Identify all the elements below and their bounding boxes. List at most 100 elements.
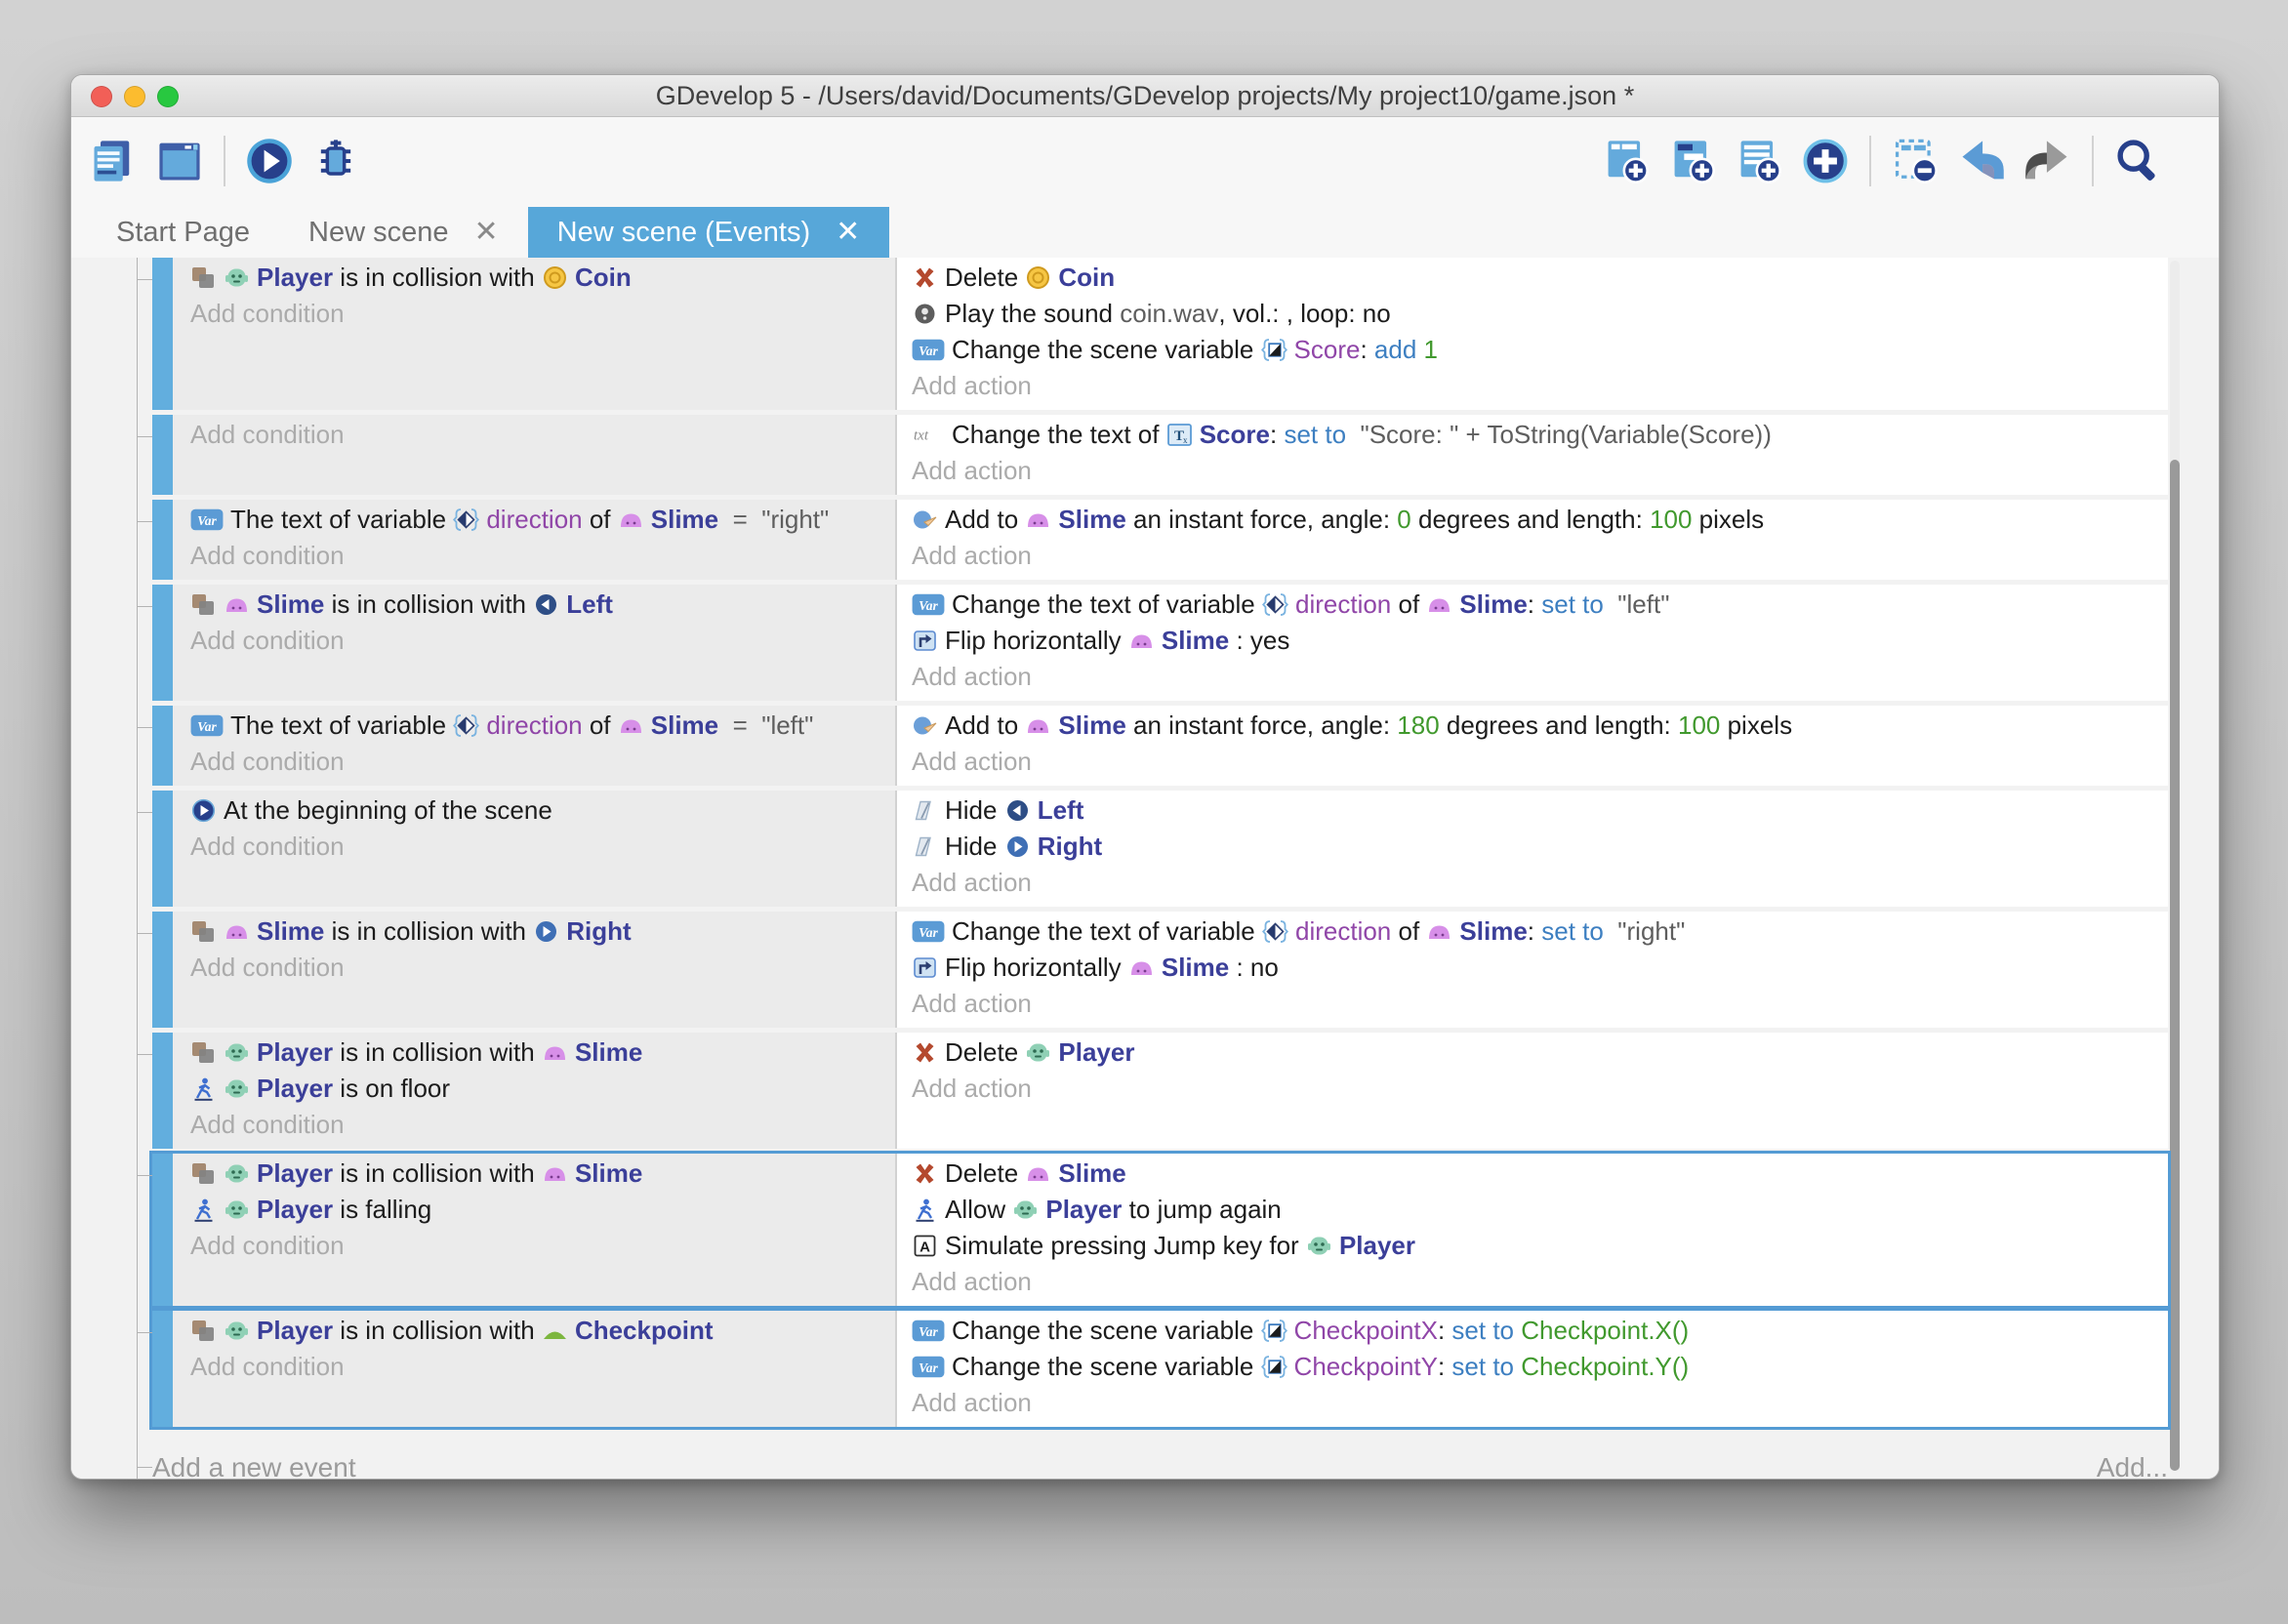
conditions-cell[interactable]: Slime is in collision with RightAdd cond…	[173, 912, 897, 1028]
condition-line[interactable]: Slime is in collision with Right	[190, 914, 895, 950]
add-action-button[interactable]: Add action	[912, 1385, 2168, 1421]
condition-line[interactable]: Player is in collision with Slime	[190, 1156, 895, 1192]
conditions-cell[interactable]: Player is in collision with CheckpointAd…	[173, 1311, 897, 1427]
conditions-cell[interactable]: Player is in collision with CoinAdd cond…	[173, 258, 897, 410]
add-condition-button[interactable]: Add condition	[190, 417, 895, 453]
add-action-button[interactable]: Add action	[912, 368, 2168, 404]
title-bar[interactable]: GDevelop 5 - /Users/david/Documents/GDev…	[71, 75, 2219, 117]
event-handle[interactable]	[152, 1154, 173, 1306]
event-row[interactable]: Player is in collision with CheckpointAd…	[152, 1311, 2168, 1427]
action-line[interactable]: ASimulate pressing Jump key for Player	[912, 1228, 2168, 1264]
actions-cell[interactable]: VarChange the text of variable direction…	[897, 912, 2168, 1028]
add-condition-button[interactable]: Add condition	[190, 829, 895, 865]
add-action-button[interactable]: Add action	[912, 1264, 2168, 1300]
actions-cell[interactable]: Hide LeftHide RightAdd action	[897, 791, 2168, 907]
action-line[interactable]: VarChange the text of variable direction…	[912, 914, 2168, 950]
project-manager-button[interactable]	[87, 133, 140, 189]
add-condition-button[interactable]: Add condition	[190, 1107, 895, 1143]
event-handle[interactable]	[152, 912, 173, 1028]
condition-line[interactable]: Slime is in collision with Left	[190, 587, 895, 623]
condition-line[interactable]: Player is in collision with Coin	[190, 260, 895, 296]
minimize-button[interactable]	[124, 86, 145, 107]
actions-cell[interactable]: Add to Slime an instant force, angle: 0 …	[897, 500, 2168, 580]
action-line[interactable]: Allow Player to jump again	[912, 1192, 2168, 1228]
event-row[interactable]: VarThe text of variable direction of Sli…	[152, 500, 2168, 580]
condition-line[interactable]: Player is falling	[190, 1192, 895, 1228]
event-handle[interactable]	[152, 706, 173, 786]
add-comment-button[interactable]	[1733, 133, 1785, 189]
event-row[interactable]: Player is in collision with SlimePlayer …	[152, 1033, 2168, 1149]
conditions-cell[interactable]: Slime is in collision with LeftAdd condi…	[173, 585, 897, 701]
undo-button[interactable]	[1955, 133, 2008, 189]
actions-cell[interactable]: Delete SlimeAllow Player to jump againAS…	[897, 1154, 2168, 1306]
actions-cell[interactable]: Delete PlayerAdd action	[897, 1033, 2168, 1149]
condition-line[interactable]: Player is in collision with Slime	[190, 1035, 895, 1071]
add-event-button[interactable]	[1600, 133, 1653, 189]
add-action-button[interactable]: Add action	[912, 744, 2168, 780]
event-row[interactable]: Slime is in collision with RightAdd cond…	[152, 912, 2168, 1028]
tab-new-scene[interactable]: New scene ✕	[279, 207, 528, 258]
action-line[interactable]: Hide Right	[912, 829, 2168, 865]
add-condition-button[interactable]: Add condition	[190, 1349, 895, 1385]
event-handle[interactable]	[152, 415, 173, 495]
zoom-button[interactable]	[157, 86, 179, 107]
add-action-button[interactable]: Add action	[912, 1071, 2168, 1107]
actions-cell[interactable]: VarChange the text of variable direction…	[897, 585, 2168, 701]
actions-cell[interactable]: VarChange the scene variable CheckpointX…	[897, 1311, 2168, 1427]
action-line[interactable]: Add to Slime an instant force, angle: 18…	[912, 708, 2168, 744]
conditions-cell[interactable]: Player is in collision with SlimePlayer …	[173, 1033, 897, 1149]
action-line[interactable]: Delete Slime	[912, 1156, 2168, 1192]
actions-cell[interactable]: Delete CoinPlay the sound coin.wav, vol.…	[897, 258, 2168, 410]
debug-button[interactable]	[309, 133, 362, 189]
conditions-cell[interactable]: Add condition	[173, 415, 897, 495]
scene-editor-button[interactable]	[153, 133, 206, 189]
tab-new-scene-events[interactable]: New scene (Events) ✕	[528, 207, 890, 258]
event-handle[interactable]	[152, 1311, 173, 1427]
action-line[interactable]: VarChange the scene variable Score: add …	[912, 332, 2168, 368]
action-line[interactable]: Delete Player	[912, 1035, 2168, 1071]
redo-button[interactable]	[2022, 133, 2074, 189]
tab-start-page[interactable]: Start Page	[87, 207, 279, 258]
condition-line[interactable]: VarThe text of variable direction of Sli…	[190, 502, 895, 538]
condition-line[interactable]: VarThe text of variable direction of Sli…	[190, 708, 895, 744]
scrollbar-thumb[interactable]	[2170, 460, 2180, 1471]
event-row[interactable]: VarThe text of variable direction of Sli…	[152, 706, 2168, 786]
add-new-button[interactable]	[1799, 133, 1852, 189]
event-handle[interactable]	[152, 258, 173, 410]
action-line[interactable]: txtChange the text of TxScore: set to "S…	[912, 417, 2168, 453]
action-line[interactable]: Add to Slime an instant force, angle: 0 …	[912, 502, 2168, 538]
action-line[interactable]: Flip horizontally Slime : yes	[912, 623, 2168, 659]
add-subevent-button[interactable]	[1666, 133, 1719, 189]
close-tab-icon[interactable]: ✕	[836, 218, 860, 247]
remove-event-button[interactable]	[1889, 133, 1941, 189]
add-action-button[interactable]: Add action	[912, 538, 2168, 574]
event-handle[interactable]	[152, 1033, 173, 1149]
actions-cell[interactable]: txtChange the text of TxScore: set to "S…	[897, 415, 2168, 495]
add-condition-button[interactable]: Add condition	[190, 744, 895, 780]
add-action-button[interactable]: Add action	[912, 453, 2168, 489]
event-row[interactable]: At the beginning of the sceneAdd conditi…	[152, 791, 2168, 907]
event-row[interactable]: Player is in collision with SlimePlayer …	[152, 1154, 2168, 1306]
event-row[interactable]: Slime is in collision with LeftAdd condi…	[152, 585, 2168, 701]
add-condition-button[interactable]: Add condition	[190, 950, 895, 986]
action-line[interactable]: VarChange the scene variable CheckpointX…	[912, 1313, 2168, 1349]
action-line[interactable]: VarChange the text of variable direction…	[912, 587, 2168, 623]
action-line[interactable]: Play the sound coin.wav, vol.: , loop: n…	[912, 296, 2168, 332]
add-action-button[interactable]: Add action	[912, 986, 2168, 1022]
actions-cell[interactable]: Add to Slime an instant force, angle: 18…	[897, 706, 2168, 786]
condition-line[interactable]: Player is on floor	[190, 1071, 895, 1107]
event-row[interactable]: Player is in collision with CoinAdd cond…	[152, 258, 2168, 410]
search-button[interactable]	[2111, 133, 2164, 189]
conditions-cell[interactable]: VarThe text of variable direction of Sli…	[173, 500, 897, 580]
event-row[interactable]: Add condition txtChange the text of TxSco…	[152, 415, 2168, 495]
add-action-button[interactable]: Add action	[912, 659, 2168, 695]
add-condition-button[interactable]: Add condition	[190, 623, 895, 659]
add-action-button[interactable]: Add action	[912, 865, 2168, 901]
close-tab-icon[interactable]: ✕	[474, 218, 499, 247]
action-line[interactable]: VarChange the scene variable CheckpointY…	[912, 1349, 2168, 1385]
conditions-cell[interactable]: Player is in collision with SlimePlayer …	[173, 1154, 897, 1306]
condition-line[interactable]: Player is in collision with Checkpoint	[190, 1313, 895, 1349]
add-more-button[interactable]: Add...	[2097, 1452, 2168, 1480]
condition-line[interactable]: At the beginning of the scene	[190, 792, 895, 829]
add-condition-button[interactable]: Add condition	[190, 296, 895, 332]
